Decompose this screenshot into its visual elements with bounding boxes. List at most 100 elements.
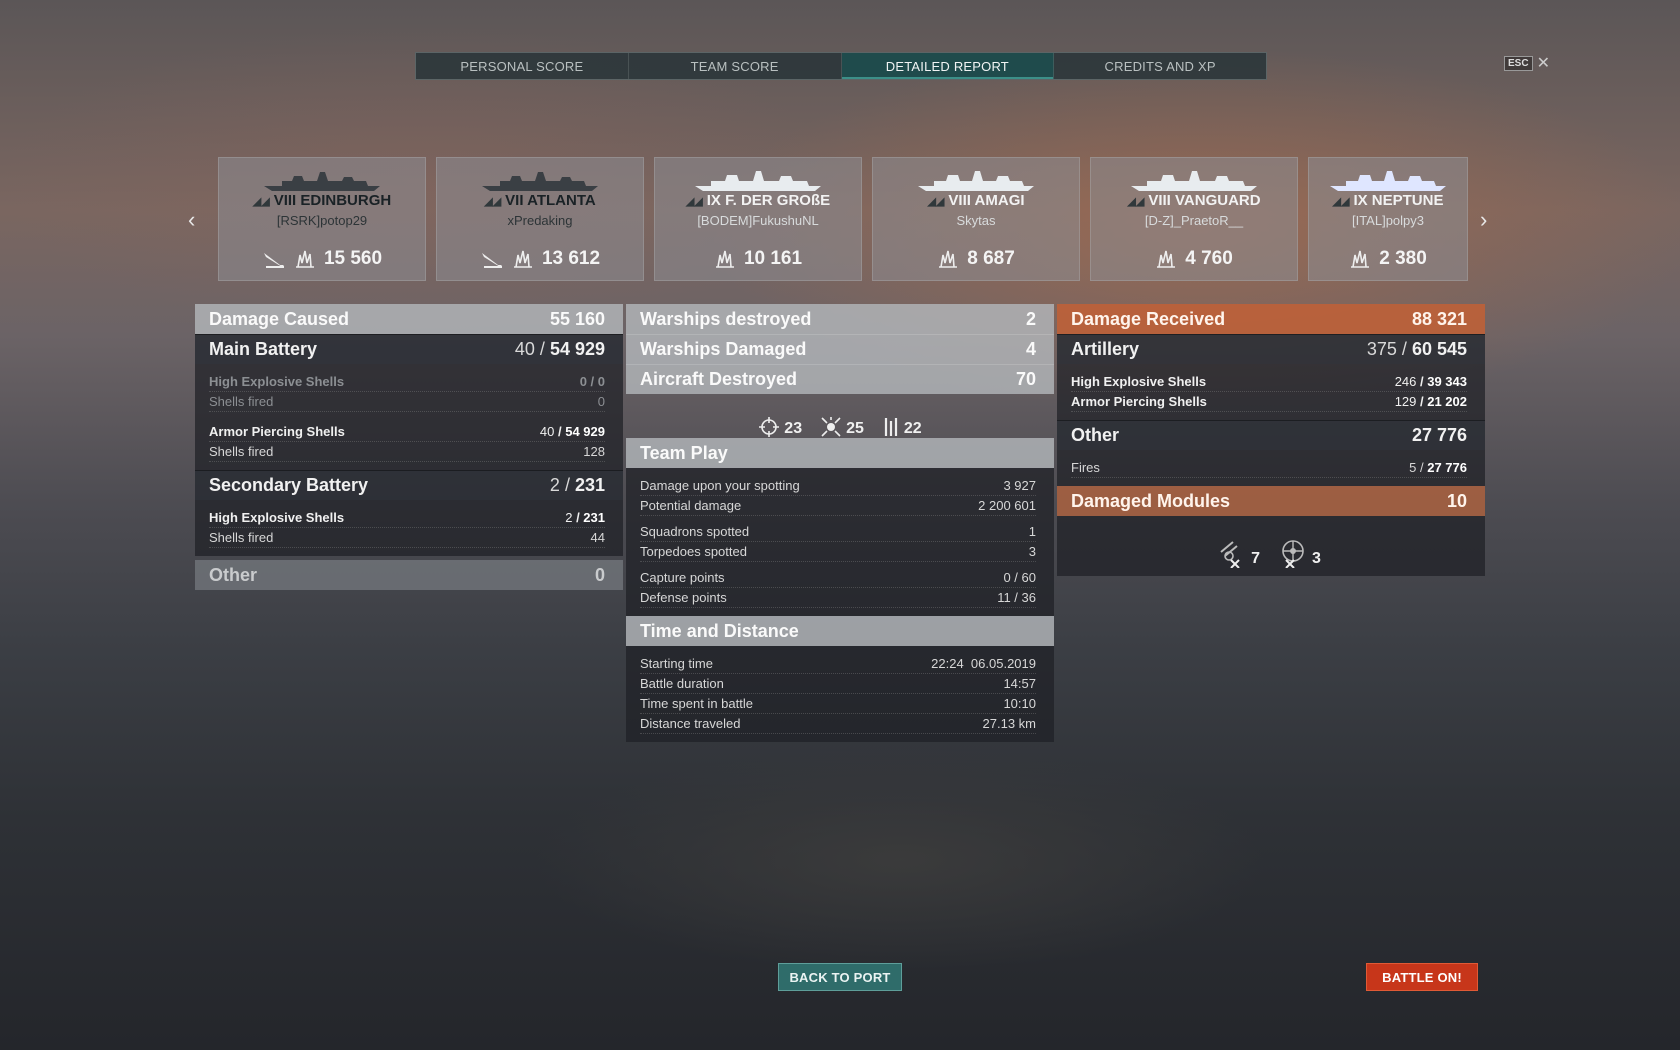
- crosshair-icon: [759, 417, 780, 437]
- ship-name: EDINBURGH: [300, 192, 392, 209]
- team-play-row: Torpedoes spotted 3: [640, 542, 1036, 562]
- row-value: 3 927: [1003, 478, 1036, 493]
- shells-fired-value: 44: [590, 530, 605, 545]
- ship-card[interactable]: ◢◢ VIII EDINBURGH [RSRK]potop29 15 560: [218, 157, 426, 281]
- ship-silhouette-icon: [1330, 171, 1446, 191]
- esc-key-label: ESC: [1504, 56, 1533, 71]
- damage-burst-icon: [513, 250, 532, 268]
- ap-shells-label: Armor Piercing Shells: [209, 424, 345, 439]
- row-label: Distance traveled: [640, 716, 741, 731]
- warships-damaged-value: 4: [1025, 339, 1036, 359]
- ap-shells-fired-row: Shells fired 128: [209, 442, 605, 462]
- time-row: Time spent in battle 10:10: [640, 694, 1036, 714]
- next-arrow-icon[interactable]: ›: [1480, 207, 1487, 233]
- ship-card[interactable]: ◢◢ VII ATLANTA xPredaking 13 612: [436, 157, 644, 281]
- main-battery-title: Main Battery: [209, 339, 318, 359]
- damage-received-panel: Damage Received 88 321 Artillery 375 / 6…: [1057, 304, 1485, 576]
- torpedo-icon: [481, 253, 502, 268]
- ship-tier: VIII: [948, 192, 971, 209]
- ship-card[interactable]: ◢◢ IX F. DER GROßE [BODEM]FukushuNL 10 16…: [654, 157, 862, 281]
- tab-credits-and-xp[interactable]: CREDITS AND XP: [1054, 53, 1266, 79]
- aircraft-consumable-value: 25: [846, 420, 864, 437]
- gun-module-icon: [1220, 541, 1240, 568]
- close-icon: ✕: [1536, 54, 1550, 72]
- he-shells-row: High Explosive Shells 0 / 0: [209, 372, 605, 392]
- aircraft-aa-value: 22: [903, 420, 922, 437]
- he-shells-label: High Explosive Shells: [209, 374, 345, 389]
- warships-damaged-title: Warships Damaged: [640, 339, 807, 359]
- player-name: [BODEM]FukushuNL: [697, 213, 819, 228]
- other-value: 0: [594, 564, 605, 585]
- aircraft-destroyed-value: 70: [1015, 369, 1036, 389]
- time-row: Battle duration 14:57: [640, 674, 1036, 694]
- damage-burst-icon: [295, 250, 314, 268]
- he-damage: 0: [597, 374, 605, 389]
- prev-arrow-icon[interactable]: ‹: [188, 207, 195, 233]
- shells-fired-label: Shells fired: [209, 444, 274, 459]
- ship-card[interactable]: ◢◢ VIII VANGUARD [D-Z]_PraetoR__ 4 760: [1090, 157, 1298, 281]
- gun-module-value: 7: [1251, 550, 1260, 567]
- player-name: [RSRK]potop29: [276, 213, 368, 228]
- received-ap-label: Armor Piercing Shells: [1071, 394, 1207, 409]
- ship-damage-value: 2 380: [1379, 248, 1427, 269]
- time-row: Distance traveled 27.13 km: [640, 714, 1036, 734]
- ship-card[interactable]: ◢◢ VIII AMAGI Skytas 8 687: [872, 157, 1080, 281]
- row-value: 3: [1028, 544, 1036, 559]
- ship-silhouette-icon: [1131, 171, 1257, 191]
- aa-guns-icon: [884, 418, 897, 436]
- received-other-value: 27 776: [1411, 425, 1467, 445]
- ship-silhouette-icon: [918, 171, 1034, 191]
- rudder-module-value: 3: [1312, 550, 1321, 567]
- back-to-port-button[interactable]: BACK TO PORT: [778, 963, 902, 991]
- received-he-damage: 39 343: [1427, 374, 1467, 389]
- ship-type-icon: ◢◢: [484, 196, 502, 208]
- row-label: Damage upon your spotting: [640, 478, 800, 493]
- row-value: 1: [1028, 524, 1036, 539]
- ship-name: VANGUARD: [1175, 192, 1261, 209]
- torpedo-icon: [263, 253, 284, 268]
- ship-tier: VIII: [273, 192, 297, 209]
- ship-card[interactable]: ◢◢ IX NEPTUNE [ITAL]polpy3 2 380: [1308, 157, 1468, 281]
- row-label: Battle duration: [640, 676, 724, 691]
- ship-tier: VII: [505, 192, 524, 209]
- ship-damage-value: 10 161: [743, 248, 803, 269]
- fires-label: Fires: [1071, 460, 1100, 475]
- warships-destroyed-value: 2: [1025, 308, 1036, 329]
- secondary-he-damage: 231: [583, 510, 605, 525]
- ship-type-icon: ◢◢: [1332, 196, 1350, 208]
- tab-personal-score[interactable]: PERSONAL SCORE: [416, 53, 629, 79]
- ship-tier: VIII: [1148, 192, 1171, 209]
- battle-on-button[interactable]: BATTLE ON!: [1366, 963, 1478, 991]
- player-name: Skytas: [956, 213, 996, 228]
- secondary-battery-title: Secondary Battery: [209, 475, 369, 495]
- tab-detailed-report[interactable]: DETAILED REPORT: [841, 53, 1055, 79]
- tab-team-score[interactable]: TEAM SCORE: [629, 53, 842, 79]
- ship-type-icon: ◢◢: [1127, 196, 1145, 208]
- secondary-hits: 2: [549, 475, 560, 495]
- fires-damage: 27 776: [1427, 460, 1467, 475]
- damage-received-title: Damage Received: [1071, 308, 1226, 329]
- main-battery-hits: 40: [514, 339, 535, 359]
- row-value: 14:57: [1003, 676, 1036, 691]
- ship-carousel: ◢◢ VIII EDINBURGH [RSRK]potop29 15 560 ◢◢…: [218, 157, 1468, 281]
- aircraft-destroyed-title: Aircraft Destroyed: [640, 369, 798, 389]
- damage-burst-icon: [1351, 250, 1370, 268]
- team-play-row: Damage upon your spotting 3 927: [640, 476, 1036, 496]
- secondary-he-hits: 2: [565, 510, 573, 525]
- received-other-title: Other: [1071, 425, 1120, 445]
- main-battery-damage: 54 929: [549, 339, 605, 359]
- row-label: Squadrons spotted: [640, 524, 750, 539]
- received-ap-damage: 21 202: [1427, 394, 1467, 409]
- received-ap-row: Armor Piercing Shells 129 / 21 202: [1071, 392, 1467, 412]
- shells-fired-label: Shells fired: [209, 394, 274, 409]
- player-name: xPredaking: [507, 213, 573, 228]
- rudder-module-icon: [1282, 540, 1304, 568]
- close-button[interactable]: ESC ✕: [1504, 54, 1550, 72]
- time-row: Starting time 22:24 06.05.2019: [640, 654, 1036, 674]
- shells-fired-label: Shells fired: [209, 530, 274, 545]
- row-value: 27.13 km: [982, 716, 1036, 731]
- ship-type-icon: ◢◢: [927, 196, 945, 208]
- ship-damage-value: 13 612: [541, 248, 601, 269]
- row-value: 0 / 60: [1003, 570, 1036, 585]
- ship-damage-value: 15 560: [323, 248, 383, 269]
